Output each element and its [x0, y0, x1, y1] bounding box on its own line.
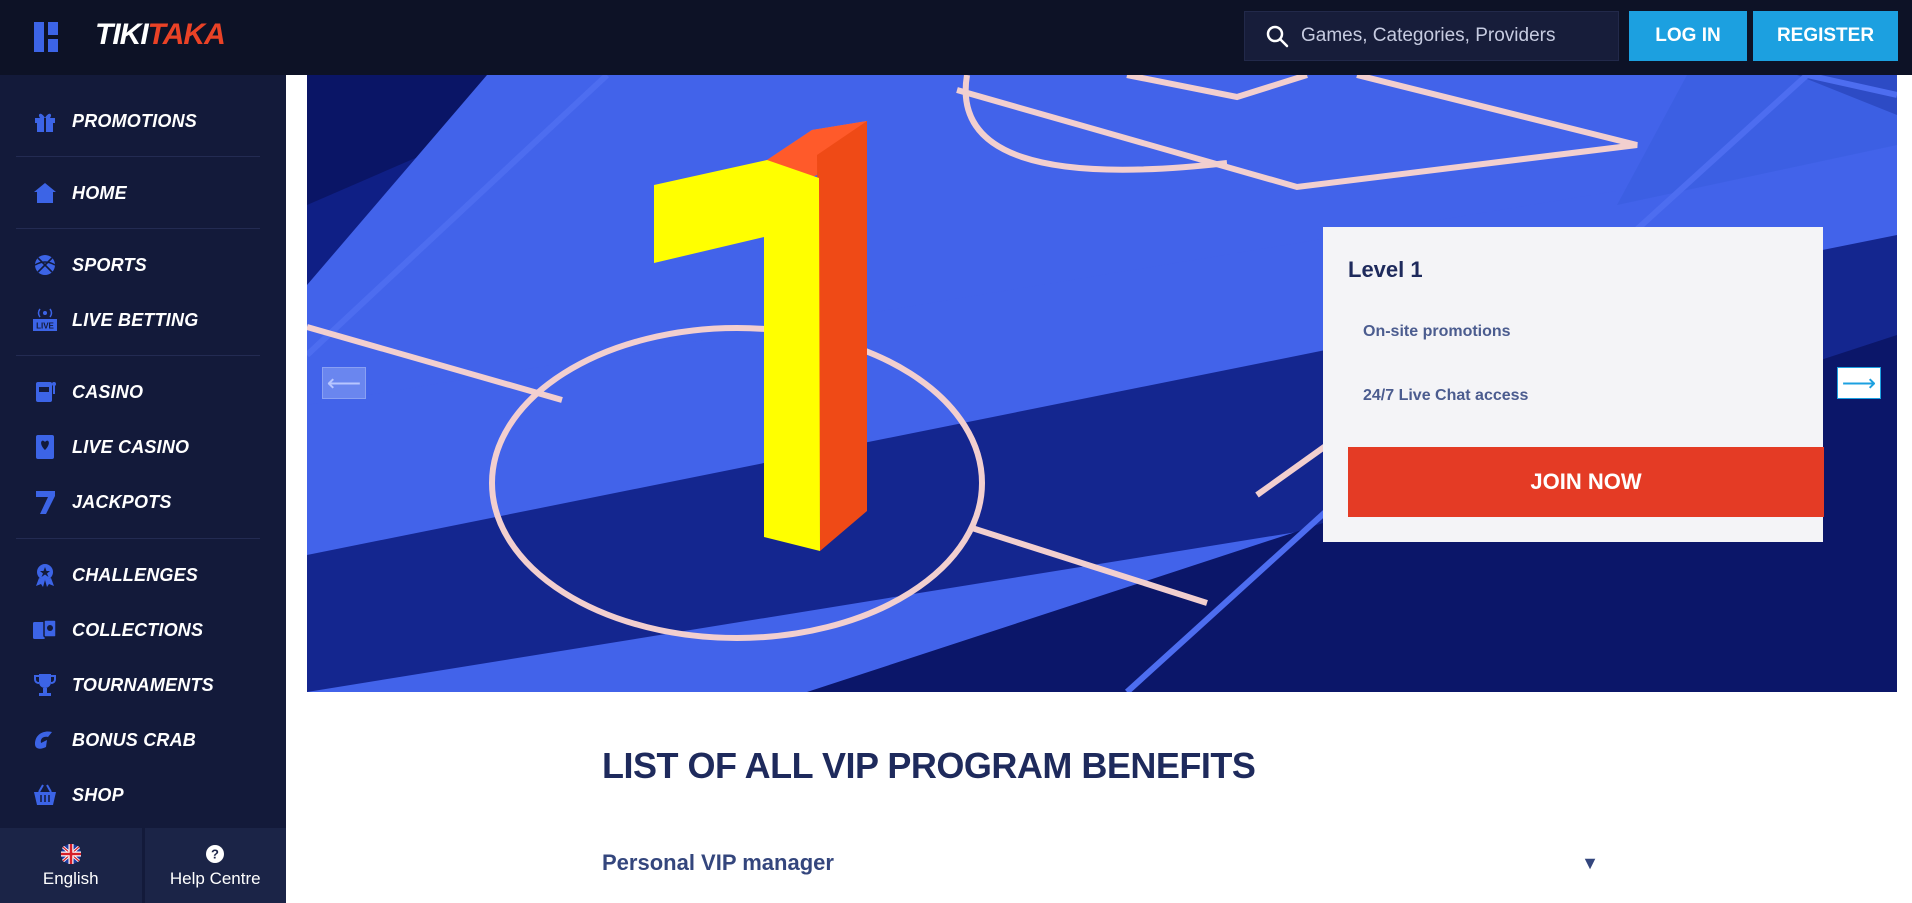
svg-text:LIVE: LIVE [36, 322, 54, 331]
join-now-button[interactable]: JOIN NOW [1348, 447, 1824, 517]
card-icon [30, 433, 60, 461]
live-icon: LIVE [30, 306, 60, 334]
chevron-down-icon: ▼ [1581, 852, 1599, 873]
sidebar-item-sports[interactable]: SPORTS [16, 243, 270, 287]
login-button[interactable]: LOG IN [1629, 11, 1747, 61]
search-icon [1266, 25, 1289, 48]
help-centre-link[interactable]: ? Help Centre [144, 828, 286, 903]
top-header: TIKITAKA LOG IN REGISTER [0, 0, 1912, 75]
language-selector[interactable]: English [0, 828, 142, 903]
sidebar-item-shop[interactable]: SHOP [16, 773, 270, 817]
ball-icon [30, 251, 60, 279]
slider-prev-arrow[interactable]: ⟵ [322, 367, 366, 399]
seven-icon [30, 488, 60, 516]
basket-icon [30, 781, 60, 809]
accordion-item-personal-vip-manager[interactable]: Personal VIP manager ▼ [602, 845, 1599, 881]
home-icon [30, 179, 60, 207]
level-title: Level 1 [1348, 257, 1423, 282]
sidebar-item-live-betting[interactable]: LIVE LIVE BETTING [16, 298, 270, 342]
accordion-label: Personal VIP manager [602, 850, 834, 875]
sidebar-item-collections[interactable]: COLLECTIONS [16, 608, 270, 652]
sidebar-item-jackpots[interactable]: JACKPOTS [16, 480, 270, 524]
sidebar-item-promotions[interactable]: PROMOTIONS [16, 99, 270, 143]
menu-toggle-icon[interactable] [34, 22, 66, 52]
site-logo[interactable]: TIKITAKA [95, 18, 226, 52]
language-label: English [42, 868, 99, 888]
sidebar: PROMOTIONS HOME SPORTS LIVE LIVE BETTING… [0, 75, 286, 903]
sidebar-item-bonus-crab[interactable]: BONUS CRAB [16, 718, 270, 762]
vip-level-slider: ⟵ ⟶ Level 1 On-site promotions 24/7 Live… [307, 75, 1897, 692]
gift-icon [30, 107, 60, 135]
help-icon: ? [206, 844, 225, 863]
cards-icon [30, 616, 60, 644]
badge-icon [30, 561, 60, 589]
help-label: Help Centre [169, 868, 261, 888]
register-button[interactable]: REGISTER [1753, 11, 1898, 61]
sidebar-item-home[interactable]: HOME [16, 171, 270, 215]
crab-icon [30, 726, 60, 754]
slider-next-arrow[interactable]: ⟶ [1837, 367, 1881, 399]
level-card: Level 1 On-site promotions 24/7 Live Cha… [1323, 227, 1824, 542]
section-title: LIST OF ALL VIP PROGRAM BENEFITS [602, 745, 1256, 786]
sidebar-item-live-casino[interactable]: LIVE CASINO [16, 425, 270, 469]
search-input[interactable] [1301, 25, 1601, 47]
level-benefit-item: On-site promotions [1363, 323, 1511, 340]
search-box[interactable] [1244, 11, 1619, 61]
slot-machine-icon [30, 378, 60, 406]
sidebar-item-challenges[interactable]: CHALLENGES [16, 553, 270, 597]
sidebar-item-tournaments[interactable]: TOURNAMENTS [16, 663, 270, 707]
trophy-icon [30, 671, 60, 699]
svg-text:?: ? [211, 846, 219, 861]
sidebar-item-casino[interactable]: CASINO [16, 370, 270, 414]
sidebar-footer: English ? Help Centre [0, 828, 286, 903]
uk-flag-icon [60, 843, 81, 864]
level-benefit-item: 24/7 Live Chat access [1363, 387, 1529, 404]
